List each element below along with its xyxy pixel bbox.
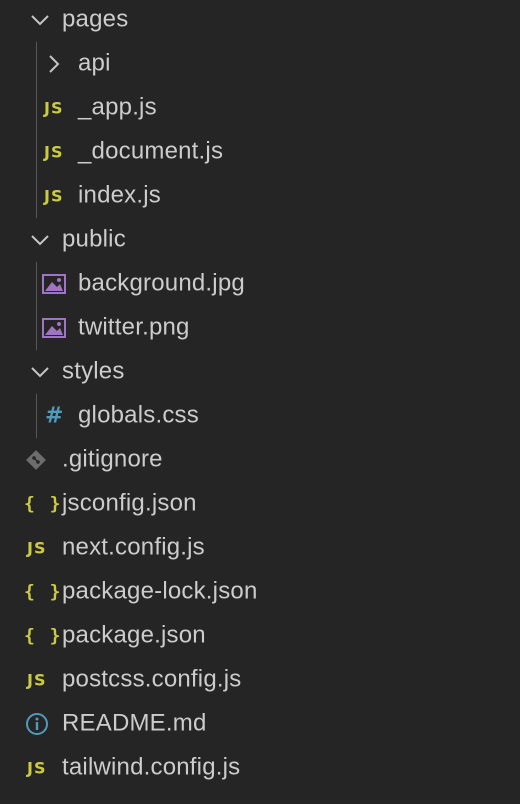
file-document-js[interactable]: JS _document.js [0, 130, 520, 174]
file-app-js[interactable]: JS _app.js [0, 86, 520, 130]
file-index-js[interactable]: JS index.js [0, 174, 520, 218]
file-label: _document.js [78, 137, 224, 165]
image-icon [42, 274, 66, 294]
chevron-right-icon [48, 54, 60, 74]
json-file-icon: { } [24, 581, 63, 603]
file-label: background.jpg [78, 269, 245, 297]
js-file-icon: JS [44, 186, 64, 206]
js-file-icon: JS [44, 98, 64, 118]
file-jsconfig-json[interactable]: { } jsconfig.json [0, 482, 520, 526]
file-background-jpg[interactable]: background.jpg [0, 262, 520, 306]
css-file-icon: # [45, 403, 64, 429]
folder-pages[interactable]: pages [0, 0, 520, 42]
file-label: _app.js [78, 93, 157, 121]
folder-label: pages [62, 5, 129, 33]
file-twitter-png[interactable]: twitter.png [0, 306, 520, 350]
js-file-icon: JS [27, 670, 47, 690]
file-label: package.json [62, 621, 206, 649]
folder-label: api [78, 49, 111, 77]
file-label: index.js [78, 181, 161, 209]
file-package-json[interactable]: { } package.json [0, 614, 520, 658]
file-explorer-tree: pages api JS _app.js JS _document.js JS … [0, 0, 520, 804]
chevron-down-icon [30, 362, 50, 382]
image-icon [42, 318, 66, 338]
folder-label: styles [62, 357, 125, 385]
file-gitignore[interactable]: .gitignore [0, 438, 520, 482]
info-icon [25, 712, 49, 736]
js-file-icon: JS [27, 758, 47, 778]
json-file-icon: { } [24, 625, 63, 647]
json-file-icon: { } [24, 493, 63, 515]
file-label: package-lock.json [62, 577, 258, 605]
file-label: tailwind.config.js [62, 753, 241, 781]
file-label: next.config.js [62, 533, 205, 561]
file-readme-md[interactable]: README.md [0, 702, 520, 746]
file-tailwind-config-js[interactable]: JS tailwind.config.js [0, 746, 520, 790]
js-file-icon: JS [27, 538, 47, 558]
file-label: README.md [62, 709, 207, 737]
folder-label: public [62, 225, 126, 253]
chevron-down-icon [30, 10, 50, 30]
folder-styles[interactable]: styles [0, 350, 520, 394]
file-label: jsconfig.json [62, 489, 197, 517]
js-file-icon: JS [44, 142, 64, 162]
file-package-lock-json[interactable]: { } package-lock.json [0, 570, 520, 614]
file-next-config-js[interactable]: JS next.config.js [0, 526, 520, 570]
file-label: postcss.config.js [62, 665, 242, 693]
chevron-down-icon [30, 230, 50, 250]
folder-api[interactable]: api [0, 42, 520, 86]
file-postcss-config-js[interactable]: JS postcss.config.js [0, 658, 520, 702]
git-icon [24, 448, 48, 472]
file-label: globals.css [78, 401, 199, 429]
file-label: twitter.png [78, 313, 190, 341]
folder-public[interactable]: public [0, 218, 520, 262]
file-label: .gitignore [62, 445, 163, 473]
file-globals-css[interactable]: # globals.css [0, 394, 520, 438]
